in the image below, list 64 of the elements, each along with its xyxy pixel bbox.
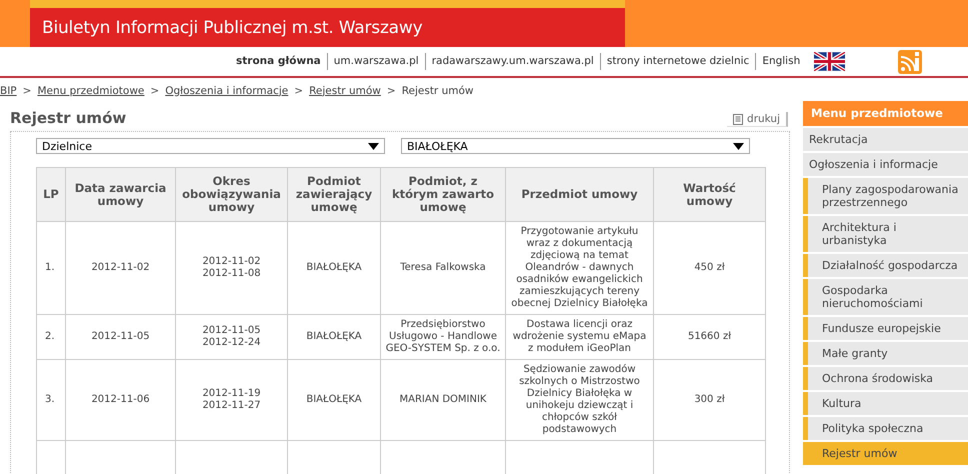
- site-title: Biuletyn Informacji Publicznej m.st. Warszawy: [42, 18, 422, 38]
- sidebar-subitem[interactable]: Polityka społeczna: [803, 417, 968, 440]
- dropdown-arrow-icon: [733, 142, 744, 150]
- table-cell: 2012-11-05: [66, 314, 176, 360]
- column-header: Podmiot, z którym zawarto umowę: [380, 168, 506, 222]
- dropdown-arrow-icon: [368, 142, 379, 150]
- table-cell: 2012-11-06: [66, 360, 176, 440]
- table-cell: BIAŁOŁĘKA: [288, 360, 380, 440]
- column-header: LP: [36, 168, 66, 222]
- sidebar-subitem[interactable]: Ochrona środowiska: [803, 367, 968, 390]
- uk-flag-icon[interactable]: [814, 52, 846, 71]
- table-cell: 2.: [36, 314, 66, 360]
- table-cell: Przedsiębiorstwo Usługowo - Handlowe GEO-SYSTEM Sp. z o.o.: [380, 314, 506, 360]
- print-icon: [733, 114, 744, 124]
- column-header: Wartość umowy: [654, 168, 766, 222]
- table-cell: MARIAN DOMINIK: [380, 360, 506, 440]
- sidebar-subitem[interactable]: Fundusze europejskie: [803, 317, 968, 340]
- column-header: Data zawarcia umowy: [66, 168, 176, 222]
- sidebar-subitem[interactable]: Plany zagospodarowania przestrzennego: [803, 178, 968, 214]
- column-header: Podmiot zawierający umowę: [288, 168, 380, 222]
- breadcrumb-separator: >: [386, 84, 396, 96]
- table-cell: BIAŁOŁĘKA: [288, 314, 380, 360]
- breadcrumb-link[interactable]: Ogłoszenia i informacje: [165, 84, 288, 96]
- top-link[interactable]: strona główna: [236, 53, 327, 70]
- breadcrumb-link[interactable]: Menu przedmiotowe: [37, 84, 144, 96]
- sidebar-item[interactable]: Ogłoszenia i informacje: [803, 153, 968, 176]
- sidebar-subitem[interactable]: Gospodarka nieruchomościami: [803, 279, 968, 315]
- table-cell: 1.: [36, 222, 66, 314]
- sidebar-subitem[interactable]: Architektura i urbanistyka: [803, 216, 968, 252]
- table-cell: 51660 zł: [654, 314, 766, 360]
- sidebar-subitem[interactable]: Kultura: [803, 392, 968, 415]
- column-header: Przedmiot umowy: [506, 168, 654, 222]
- print-button[interactable]: drukuj: [727, 112, 788, 127]
- table-cell: 2012-11-05 2012-12-24: [176, 314, 288, 360]
- sidebar-subitem[interactable]: Małe granty: [803, 342, 968, 365]
- top-link[interactable]: um.warszawa.pl: [326, 53, 425, 70]
- breadcrumb-link[interactable]: Rejestr umów: [309, 84, 381, 96]
- sidebar-item[interactable]: Rekrutacja: [803, 128, 968, 151]
- top-link[interactable]: English: [755, 53, 806, 70]
- page-title: Rejestr umów: [10, 109, 126, 127]
- top-link[interactable]: radawarszawy.um.warszawa.pl: [424, 53, 600, 70]
- table-cell: 3.: [36, 360, 66, 440]
- sidebar-heading: Menu przedmiotowe: [803, 101, 968, 126]
- table-cell: Przygotowanie artykułu wraz z dokumentacją zdjęciową na temat Oleandrów - dawnych osadników ewangelickich zamieszkujących tereny obecnej Dzielnicy Białołęka: [506, 222, 654, 314]
- breadcrumb-separator: >: [150, 84, 160, 96]
- top-link[interactable]: strony internetowe dzielnic: [600, 53, 756, 70]
- table-cell: 2012-11-02 2012-11-08: [176, 222, 288, 314]
- table-cell: Teresa Falkowska: [380, 222, 506, 314]
- table-cell: Dostawa licencji oraz wdrożenie systemu eMapa z modułem iGeoPlan: [506, 314, 654, 360]
- current-page-label: Rejestr umów: [402, 84, 474, 96]
- breadcrumb-separator: >: [294, 84, 304, 96]
- table-cell: 450 zł: [654, 222, 766, 314]
- table-cell: BIAŁOŁĘKA: [288, 222, 380, 314]
- filter-dropdown[interactable]: Dzielnice: [36, 138, 385, 154]
- table-cell: 2012-11-02: [66, 222, 176, 314]
- sidebar-subitem[interactable]: Rejestr umów: [803, 442, 968, 465]
- table-cell: 300 zł: [654, 360, 766, 440]
- filter-dropdown[interactable]: BIAŁOŁĘKA: [401, 138, 750, 154]
- breadcrumb-separator: >: [22, 84, 32, 96]
- table-cell: 2012-11-19 2012-11-27: [176, 360, 288, 440]
- breadcrumb-link[interactable]: BIP: [0, 84, 17, 96]
- table-cell: Sędziowanie zawodów szkolnych o Mistrzostwo Dzielnicy Białołęka w unihokeju dziewcząt i chłopców szkół podstawowych: [506, 360, 654, 440]
- column-header: Okres obowiązywania umowy: [176, 168, 288, 222]
- sidebar-subitem[interactable]: Działalność gospodarcza: [803, 254, 968, 277]
